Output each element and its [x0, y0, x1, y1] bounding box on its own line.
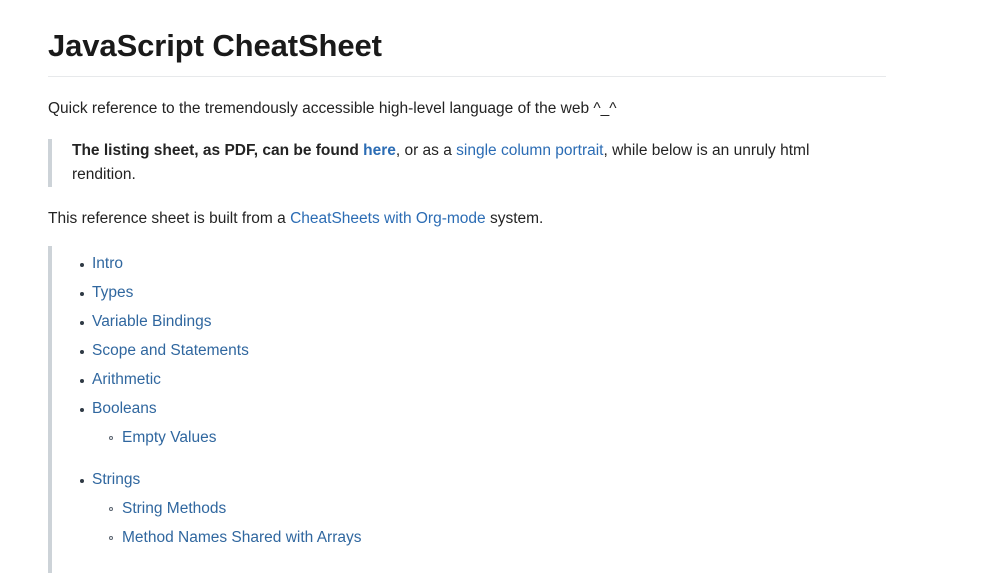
toc-sublist-booleans: Empty Values — [92, 416, 888, 459]
list-item[interactable]: Strings String Methods Method Names Shar… — [80, 471, 888, 573]
built-from-prefix: This reference sheet is built from a — [48, 209, 291, 227]
info-blockquote: The listing sheet, as PDF, can be found … — [48, 139, 842, 187]
built-from-suffix: system. — [485, 209, 544, 227]
document-content: JavaScript CheatSheet Quick reference to… — [48, 0, 888, 573]
toc-list: Intro Types Variable Bindings Scope and … — [56, 256, 888, 573]
page-title: JavaScript CheatSheet — [48, 28, 382, 63]
toc-link-intro[interactable]: Intro — [92, 255, 123, 272]
toc-link-booleans[interactable]: Booleans — [92, 400, 157, 417]
toc-link-strings[interactable]: Strings — [92, 471, 140, 488]
single-column-portrait-link[interactable]: single column portrait — [456, 142, 603, 159]
list-item[interactable]: Method Names Shared with Arrays — [109, 529, 888, 559]
toc-link-arithmetic[interactable]: Arithmetic — [92, 371, 161, 388]
page-root: JavaScript CheatSheet Quick reference to… — [0, 0, 1000, 573]
toc-link-string-methods[interactable]: String Methods — [122, 500, 226, 517]
list-item[interactable]: Arithmetic — [80, 371, 888, 401]
list-item[interactable]: Scope and Statements — [80, 342, 888, 372]
blockquote-mid-text: , or as a — [395, 142, 457, 160]
list-item[interactable]: Intro — [80, 255, 888, 285]
list-item[interactable]: String Methods — [109, 500, 888, 530]
pdf-here-link[interactable]: here — [363, 142, 396, 159]
built-from-paragraph: This reference sheet is built from a Che… — [48, 187, 888, 230]
table-of-contents: Intro Types Variable Bindings Scope and … — [48, 245, 888, 573]
toc-link-empty-values[interactable]: Empty Values — [122, 429, 216, 446]
toc-link-scope-and-statements[interactable]: Scope and Statements — [92, 342, 249, 359]
list-item[interactable]: Booleans Empty Values — [80, 400, 888, 473]
toc-sublist-strings: String Methods Method Names Shared with … — [92, 488, 888, 560]
list-item[interactable]: Empty Values — [109, 429, 888, 459]
blockquote-strong-prefix: The listing sheet, as PDF, can be found — [72, 142, 364, 160]
toc-link-types[interactable]: Types — [92, 284, 133, 301]
cheatsheets-orgmode-link[interactable]: CheatSheets with Org-mode — [290, 210, 486, 227]
intro-paragraph: Quick reference to the tremendously acce… — [48, 100, 617, 118]
list-item[interactable]: Variable Bindings — [80, 313, 888, 343]
toc-link-method-names-shared-with-arrays[interactable]: Method Names Shared with Arrays — [122, 529, 362, 546]
list-item[interactable]: Types — [80, 284, 888, 314]
toc-link-variable-bindings[interactable]: Variable Bindings — [92, 313, 211, 330]
